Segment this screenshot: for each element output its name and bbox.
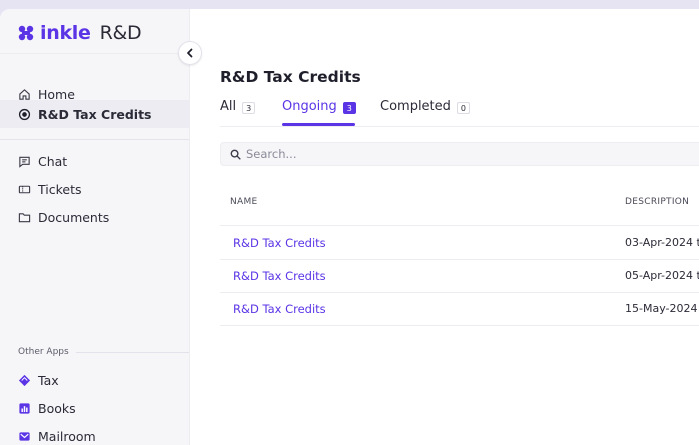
sidebar-item-label: R&D Tax Credits (38, 106, 152, 122)
table-row[interactable]: R&D Tax Credits 03-Apr-2024 t (220, 226, 699, 260)
sidebar-item-label: Chat (38, 153, 68, 169)
brand-mark-icon (18, 25, 34, 41)
sidebar-item-label: Tax (38, 372, 59, 388)
row-name-link[interactable]: R&D Tax Credits (233, 302, 326, 316)
other-apps-divider (76, 352, 189, 353)
sidebar-item-mailroom[interactable]: Mailroom (0, 422, 189, 445)
sidebar-item-label: Mailroom (38, 428, 96, 444)
tab-count-badge: 3 (242, 102, 256, 114)
row-name-link[interactable]: R&D Tax Credits (233, 269, 326, 283)
sidebar-item-chat[interactable]: Chat (0, 147, 189, 175)
search-icon (230, 149, 241, 160)
sidebar: inkle R&D Home R&D Tax Credits Chat Tick… (0, 9, 190, 445)
column-header-description[interactable]: DESCRIPTION (625, 197, 689, 207)
brand-name: inkle (40, 22, 91, 44)
row-description: 05-Apr-2024 t (625, 269, 699, 282)
sidebar-item-label: Tickets (38, 181, 82, 197)
other-apps-label: Other Apps (18, 347, 69, 357)
row-name-link[interactable]: R&D Tax Credits (233, 236, 326, 250)
home-icon (18, 88, 31, 101)
column-header-name[interactable]: NAME (230, 197, 258, 207)
tab-label: Completed (380, 99, 451, 114)
tab-label: Ongoing (282, 99, 337, 114)
row-description: 15-May-2024 t (625, 302, 699, 315)
books-chart-icon (18, 402, 31, 415)
brand-divider (0, 53, 189, 54)
app-window: inkle R&D Home R&D Tax Credits Chat Tick… (0, 9, 699, 445)
page-title: R&D Tax Credits (220, 68, 361, 86)
sidebar-item-label: Books (38, 400, 76, 416)
brand-suffix: R&D (99, 22, 142, 44)
chevron-left-icon (187, 48, 193, 58)
tax-diamond-icon (18, 374, 31, 387)
sidebar-item-label: Documents (38, 209, 110, 225)
target-icon (18, 108, 31, 121)
ticket-icon (18, 183, 31, 196)
search-input[interactable] (246, 147, 666, 161)
sidebar-item-tax[interactable]: Tax (0, 366, 189, 394)
tabs-divider (220, 126, 699, 127)
collapse-sidebar-button[interactable] (178, 41, 202, 65)
chat-icon (18, 155, 31, 168)
sidebar-item-documents[interactable]: Documents (0, 203, 189, 231)
table-row[interactable]: R&D Tax Credits 05-Apr-2024 t (220, 259, 699, 293)
sidebar-item-tickets[interactable]: Tickets (0, 175, 189, 203)
tab-label: All (220, 99, 237, 114)
tab-count-badge: 3 (342, 102, 356, 114)
folder-icon (18, 211, 31, 224)
tab-count-badge: 0 (456, 102, 470, 114)
sidebar-item-rd-tax-credits[interactable]: R&D Tax Credits (0, 100, 189, 128)
row-description: 03-Apr-2024 t (625, 236, 699, 249)
tab-completed[interactable]: Completed 0 (380, 99, 470, 127)
table-row[interactable]: R&D Tax Credits 15-May-2024 t (220, 292, 699, 326)
brand-logo[interactable]: inkle R&D (18, 21, 142, 45)
sidebar-divider (0, 139, 189, 140)
sidebar-item-books[interactable]: Books (0, 394, 189, 422)
tab-all[interactable]: All 3 (220, 99, 256, 127)
search-bar[interactable] (220, 142, 699, 166)
mail-icon (18, 430, 31, 443)
main-content: R&D Tax Credits All 3 Ongoing 3 Complete… (190, 9, 699, 445)
